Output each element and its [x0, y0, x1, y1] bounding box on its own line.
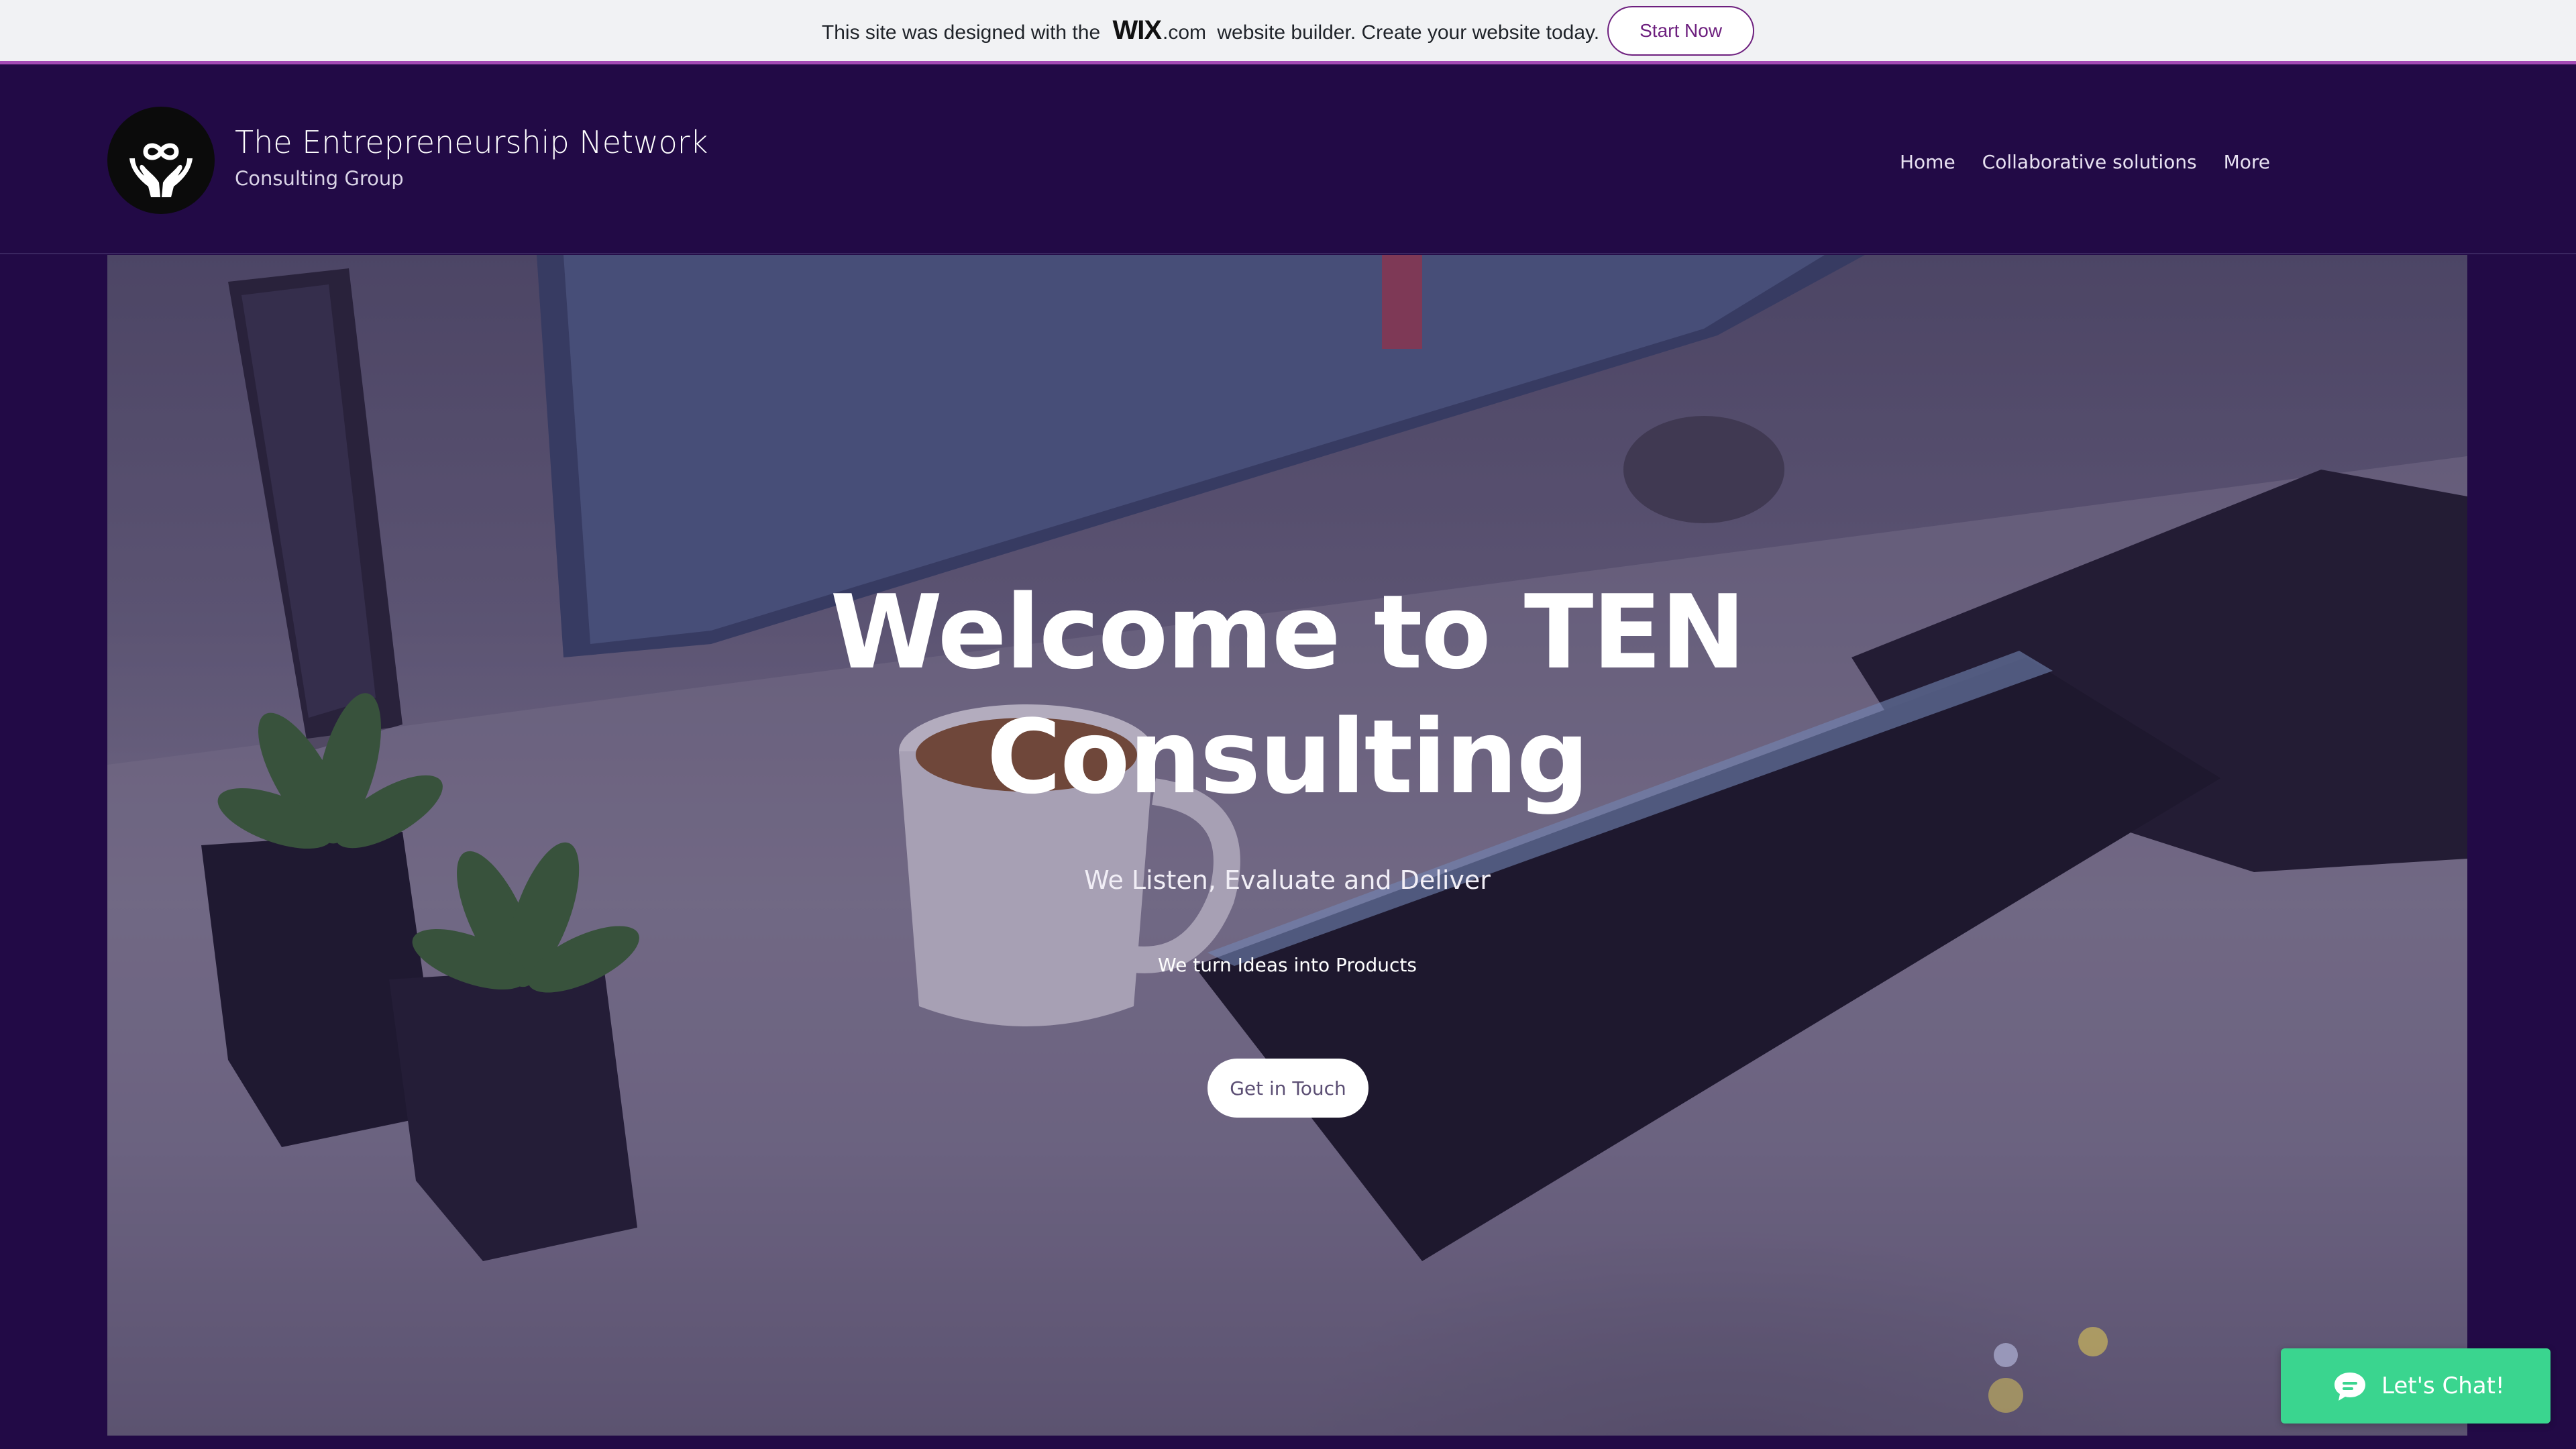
nav-item-more[interactable]: More — [2224, 151, 2270, 173]
brand-subtitle: Consulting Group — [235, 167, 404, 190]
wix-logo[interactable]: WIX — [1112, 15, 1162, 46]
wix-dotcom-text: .com — [1163, 21, 1207, 44]
nav-item-collaborative-solutions[interactable]: Collaborative solutions — [1982, 151, 2197, 173]
wix-banner-message: This site was designed with the WIX .com… — [822, 15, 1599, 46]
chat-label: Let's Chat! — [2381, 1373, 2505, 1399]
hero-overlay — [107, 255, 2467, 1436]
hero-subtext: We turn Ideas into Products — [1158, 954, 1417, 976]
wix-banner-text-after: website builder. Create your website tod… — [1212, 21, 1600, 44]
hero-section: Welcome to TEN Consulting We Listen, Eva… — [107, 255, 2467, 1436]
chat-widget-button[interactable]: Let's Chat! — [2281, 1348, 2551, 1424]
hero-title: Welcome to TEN Consulting — [107, 570, 2467, 820]
main-nav: Home Collaborative solutions More — [1900, 151, 2270, 173]
site-logo[interactable] — [107, 107, 215, 214]
start-now-button[interactable]: Start Now — [1607, 5, 1755, 56]
hero-title-line-2: Consulting — [986, 698, 1590, 816]
site-header: The Entrepreneurship Network Consulting … — [0, 68, 2576, 254]
hero-title-line-1: Welcome to TEN — [830, 573, 1746, 692]
hands-infinity-icon — [129, 143, 193, 197]
brand-title[interactable]: The Entrepreneurship Network — [235, 124, 708, 160]
wix-banner-text-before: This site was designed with the — [821, 21, 1106, 44]
nav-item-home[interactable]: Home — [1900, 151, 1955, 173]
chat-bubble-icon — [2334, 1373, 2365, 1401]
wix-promo-banner: This site was designed with the WIX .com… — [0, 0, 2576, 64]
hero-tagline: We Listen, Evaluate and Deliver — [1084, 865, 1491, 895]
get-in-touch-button[interactable]: Get in Touch — [1208, 1059, 1368, 1118]
